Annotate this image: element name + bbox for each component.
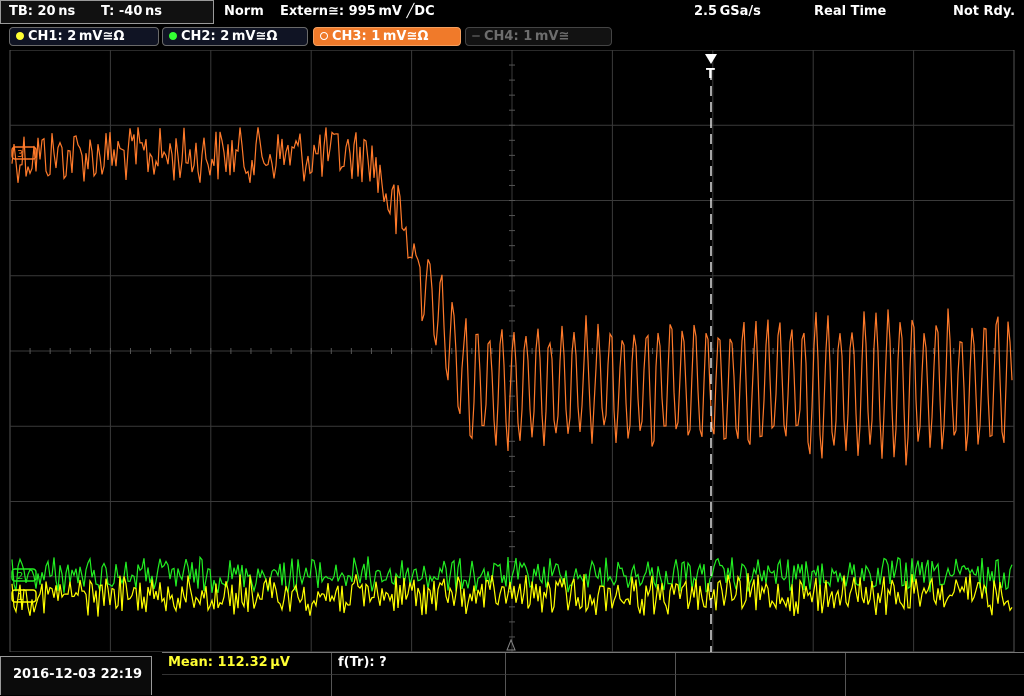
timebase-box[interactable]: TB: 20 ns T: -40 ns <box>0 0 214 24</box>
ch3-label: CH3: 1 mV≅Ω <box>332 29 429 44</box>
waveform-display[interactable]: T 3 2 1 <box>0 50 1024 652</box>
ch1-label: CH1: 2 mV≅Ω <box>28 29 125 44</box>
date-time: 2016-12-03 22:19 <box>0 656 152 695</box>
trigger-source[interactable]: Extern≅: 995 mV ╱DC <box>280 0 435 24</box>
ch4-label: CH4: 1 mV≅ <box>484 29 570 44</box>
measurement-slot-7[interactable] <box>332 674 506 696</box>
channel-ch2-button[interactable]: CH2: 2 mV≅Ω <box>162 27 308 46</box>
timebase-value: TB: 20 ns <box>9 4 76 19</box>
measurement-frequency[interactable]: f(Tr): ? <box>332 653 506 674</box>
status-bar: TB: 20 ns T: -40 ns Norm Extern≅: 995 mV… <box>0 0 1024 24</box>
channel-bar: CH1: 2 mV≅Ω CH2: 2 mV≅Ω CH3: 1 mV≅Ω CH4:… <box>0 26 1024 48</box>
sample-rate: 2.5 GSa/s <box>694 4 761 19</box>
measurement-slot-10[interactable] <box>846 674 1024 696</box>
ch1-ref-label: 1 <box>17 592 23 603</box>
channel-ch4-button[interactable]: CH4: 1 mV≅ <box>465 27 612 46</box>
acquisition-mode: Real Time <box>814 4 887 19</box>
channel-ch1-button[interactable]: CH1: 2 mV≅Ω <box>9 27 159 46</box>
measurement-slot-6[interactable] <box>162 674 332 696</box>
measurement-slot-5[interactable] <box>846 653 1024 674</box>
measurement-mean[interactable]: Mean: 112.32 µV <box>162 653 332 674</box>
measurement-slot-3[interactable] <box>506 653 676 674</box>
ch2-ref-label: 2 <box>17 571 23 582</box>
measurement-panel[interactable]: Mean: 112.32 µV f(Tr): ? <box>162 652 1024 696</box>
ch2-label: CH2: 2 mV≅Ω <box>181 29 278 44</box>
ch2-dot-icon <box>169 32 177 40</box>
trigger-mode[interactable]: Norm <box>224 0 264 24</box>
ch4-off-icon <box>472 35 480 37</box>
ch3-ref-label: 3 <box>17 149 23 160</box>
ch1-dot-icon <box>16 32 24 40</box>
ch3-ring-icon <box>320 32 328 40</box>
measurement-slot-9[interactable] <box>676 674 846 696</box>
trigger-time-value: T: -40 ns <box>101 4 162 19</box>
channel-ch3-button[interactable]: CH3: 1 mV≅Ω <box>313 27 461 46</box>
measurement-slot-4[interactable] <box>676 653 846 674</box>
acquisition-state: Not Rdy. <box>953 4 1016 19</box>
trigger-label: T <box>706 67 715 82</box>
measurement-slot-8[interactable] <box>506 674 676 696</box>
